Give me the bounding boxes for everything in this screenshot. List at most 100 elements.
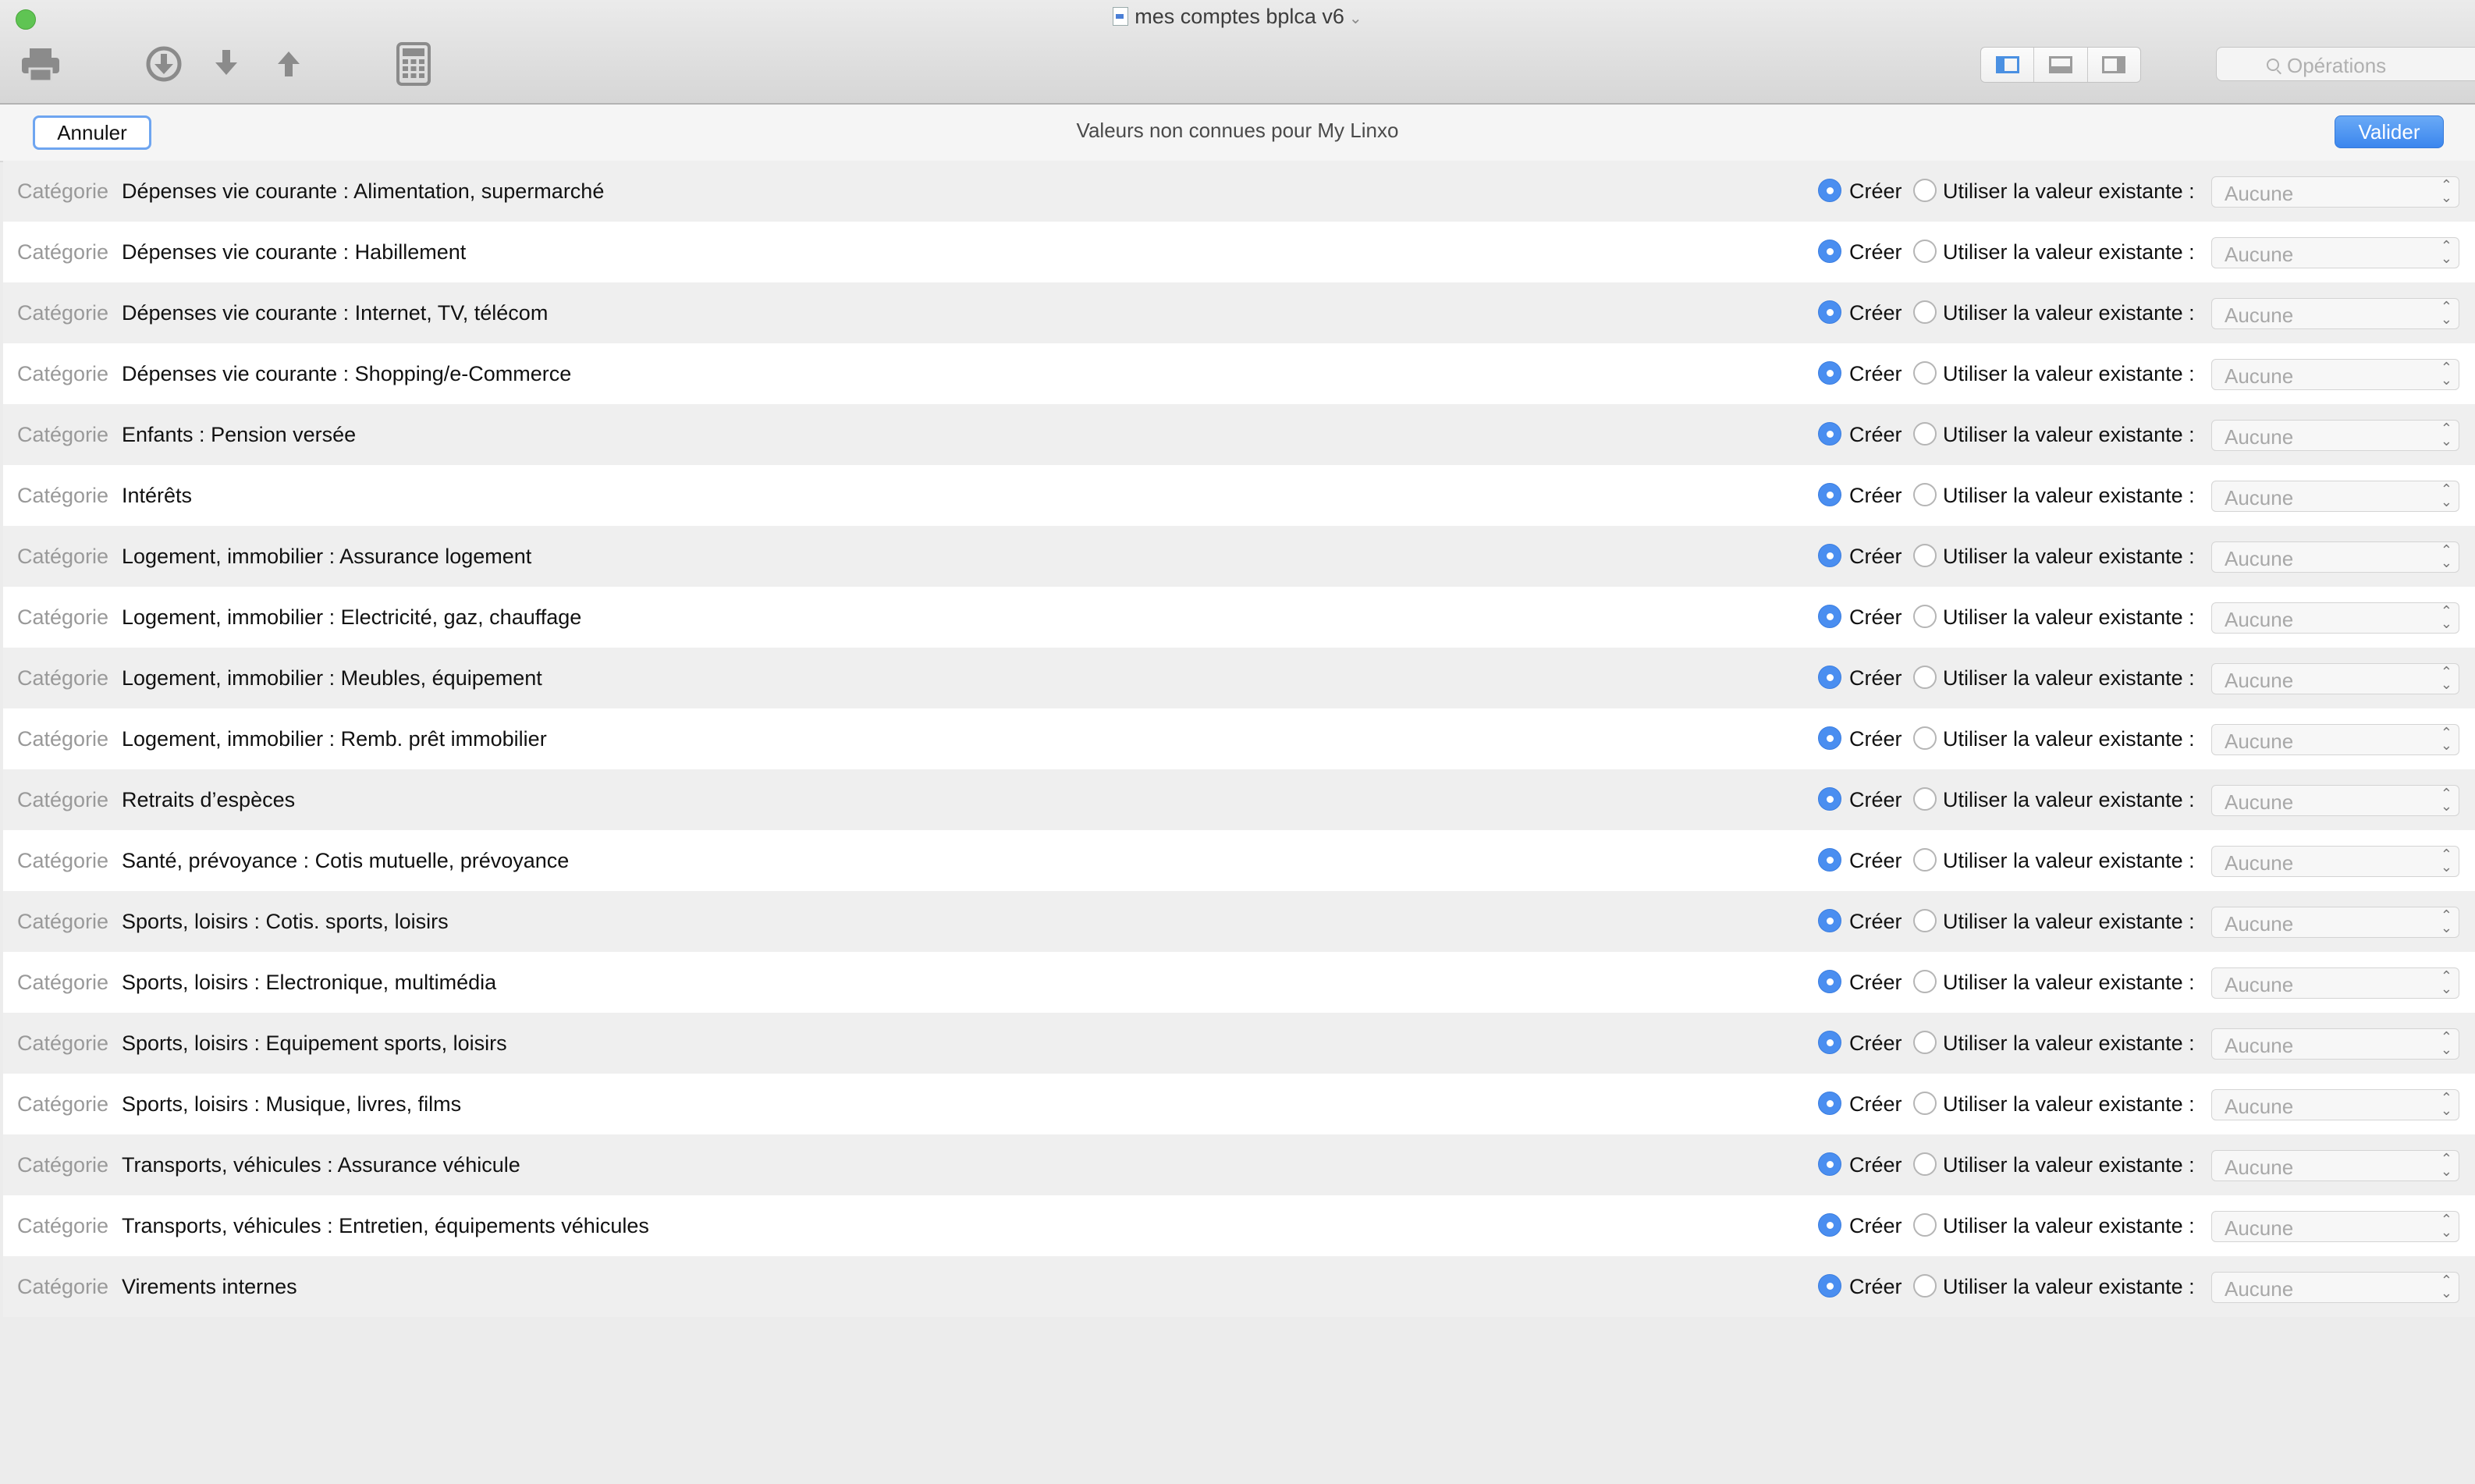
printer-icon[interactable] xyxy=(19,42,62,86)
upload-arrow-icon[interactable] xyxy=(267,42,311,86)
use-existing-label[interactable]: Utiliser la valeur existante : xyxy=(1943,1092,2195,1117)
existing-value-select[interactable]: Aucune ⌃ ⌄ xyxy=(2211,481,2459,512)
existing-value-select[interactable]: Aucune ⌃ ⌄ xyxy=(2211,907,2459,938)
create-label[interactable]: Créer xyxy=(1849,362,1902,386)
panel-bottom-icon[interactable] xyxy=(2034,48,2088,82)
create-radio[interactable] xyxy=(1818,1274,1841,1298)
create-radio[interactable] xyxy=(1818,179,1841,202)
create-label[interactable]: Créer xyxy=(1849,910,1902,934)
existing-value-select[interactable]: Aucune ⌃ ⌄ xyxy=(2211,1211,2459,1242)
use-existing-label[interactable]: Utiliser la valeur existante : xyxy=(1943,545,2195,569)
create-label[interactable]: Créer xyxy=(1849,788,1902,812)
download-circle-icon[interactable] xyxy=(142,42,186,86)
use-existing-radio[interactable] xyxy=(1913,1152,1937,1176)
use-existing-radio[interactable] xyxy=(1913,483,1937,506)
use-existing-radio[interactable] xyxy=(1913,605,1937,628)
use-existing-label[interactable]: Utiliser la valeur existante : xyxy=(1943,240,2195,264)
create-radio[interactable] xyxy=(1818,1092,1841,1115)
use-existing-label[interactable]: Utiliser la valeur existante : xyxy=(1943,1214,2195,1238)
use-existing-label[interactable]: Utiliser la valeur existante : xyxy=(1943,605,2195,630)
search-input[interactable]: Opérations xyxy=(2216,47,2475,81)
create-label[interactable]: Créer xyxy=(1849,666,1902,691)
use-existing-radio[interactable] xyxy=(1913,909,1937,932)
create-radio[interactable] xyxy=(1818,909,1841,932)
use-existing-label[interactable]: Utiliser la valeur existante : xyxy=(1943,849,2195,873)
create-label[interactable]: Créer xyxy=(1849,971,1902,995)
create-label[interactable]: Créer xyxy=(1849,727,1902,751)
create-radio[interactable] xyxy=(1818,1152,1841,1176)
use-existing-radio[interactable] xyxy=(1913,1274,1937,1298)
use-existing-radio[interactable] xyxy=(1913,422,1937,446)
create-radio[interactable] xyxy=(1818,787,1841,811)
use-existing-label[interactable]: Utiliser la valeur existante : xyxy=(1943,1153,2195,1177)
create-radio[interactable] xyxy=(1818,666,1841,689)
existing-value-select[interactable]: Aucune ⌃ ⌄ xyxy=(2211,846,2459,877)
create-radio[interactable] xyxy=(1818,300,1841,324)
window-title[interactable]: mes comptes bplca v6 ⌄ xyxy=(0,5,2475,29)
existing-value-select[interactable]: Aucune ⌃ ⌄ xyxy=(2211,663,2459,694)
existing-value-select[interactable]: Aucune ⌃ ⌄ xyxy=(2211,1028,2459,1060)
existing-value-select[interactable]: Aucune ⌃ ⌄ xyxy=(2211,176,2459,208)
create-radio[interactable] xyxy=(1818,726,1841,750)
create-radio[interactable] xyxy=(1818,1213,1841,1237)
use-existing-radio[interactable] xyxy=(1913,970,1937,993)
use-existing-label[interactable]: Utiliser la valeur existante : xyxy=(1943,1031,2195,1056)
existing-value-select[interactable]: Aucune ⌃ ⌄ xyxy=(2211,1089,2459,1120)
create-label[interactable]: Créer xyxy=(1849,545,1902,569)
use-existing-radio[interactable] xyxy=(1913,300,1937,324)
use-existing-radio[interactable] xyxy=(1913,666,1937,689)
create-radio[interactable] xyxy=(1818,422,1841,446)
use-existing-radio[interactable] xyxy=(1913,179,1937,202)
create-label[interactable]: Créer xyxy=(1849,1214,1902,1238)
create-label[interactable]: Créer xyxy=(1849,605,1902,630)
use-existing-radio[interactable] xyxy=(1913,848,1937,872)
calculator-icon[interactable] xyxy=(392,42,435,86)
sidebar-right-icon[interactable] xyxy=(2088,48,2140,82)
use-existing-radio[interactable] xyxy=(1913,1031,1937,1054)
create-label[interactable]: Créer xyxy=(1849,179,1902,204)
use-existing-radio[interactable] xyxy=(1913,787,1937,811)
use-existing-label[interactable]: Utiliser la valeur existante : xyxy=(1943,301,2195,325)
use-existing-label[interactable]: Utiliser la valeur existante : xyxy=(1943,788,2195,812)
create-label[interactable]: Créer xyxy=(1849,1092,1902,1117)
existing-value-select[interactable]: Aucune ⌃ ⌄ xyxy=(2211,1150,2459,1181)
use-existing-label[interactable]: Utiliser la valeur existante : xyxy=(1943,1275,2195,1299)
use-existing-label[interactable]: Utiliser la valeur existante : xyxy=(1943,362,2195,386)
use-existing-label[interactable]: Utiliser la valeur existante : xyxy=(1943,910,2195,934)
create-radio[interactable] xyxy=(1818,1031,1841,1054)
create-label[interactable]: Créer xyxy=(1849,1153,1902,1177)
use-existing-radio[interactable] xyxy=(1913,544,1937,567)
create-radio[interactable] xyxy=(1818,848,1841,872)
create-radio[interactable] xyxy=(1818,483,1841,506)
create-label[interactable]: Créer xyxy=(1849,240,1902,264)
existing-value-select[interactable]: Aucune ⌃ ⌄ xyxy=(2211,359,2459,390)
use-existing-label[interactable]: Utiliser la valeur existante : xyxy=(1943,971,2195,995)
existing-value-select[interactable]: Aucune ⌃ ⌄ xyxy=(2211,724,2459,755)
existing-value-select[interactable]: Aucune ⌃ ⌄ xyxy=(2211,541,2459,573)
existing-value-select[interactable]: Aucune ⌃ ⌄ xyxy=(2211,237,2459,268)
create-radio[interactable] xyxy=(1818,605,1841,628)
create-radio[interactable] xyxy=(1818,544,1841,567)
create-label[interactable]: Créer xyxy=(1849,1275,1902,1299)
use-existing-radio[interactable] xyxy=(1913,361,1937,385)
create-label[interactable]: Créer xyxy=(1849,423,1902,447)
use-existing-label[interactable]: Utiliser la valeur existante : xyxy=(1943,179,2195,204)
create-label[interactable]: Créer xyxy=(1849,301,1902,325)
validate-button[interactable]: Valider xyxy=(2335,115,2444,148)
sidebar-left-icon[interactable] xyxy=(1981,48,2035,82)
create-radio[interactable] xyxy=(1818,970,1841,993)
existing-value-select[interactable]: Aucune ⌃ ⌄ xyxy=(2211,785,2459,816)
download-arrow-icon[interactable] xyxy=(204,42,248,86)
create-radio[interactable] xyxy=(1818,361,1841,385)
existing-value-select[interactable]: Aucune ⌃ ⌄ xyxy=(2211,1272,2459,1303)
use-existing-label[interactable]: Utiliser la valeur existante : xyxy=(1943,727,2195,751)
existing-value-select[interactable]: Aucune ⌃ ⌄ xyxy=(2211,420,2459,451)
use-existing-radio[interactable] xyxy=(1913,726,1937,750)
create-label[interactable]: Créer xyxy=(1849,1031,1902,1056)
create-label[interactable]: Créer xyxy=(1849,849,1902,873)
use-existing-radio[interactable] xyxy=(1913,1213,1937,1237)
use-existing-label[interactable]: Utiliser la valeur existante : xyxy=(1943,666,2195,691)
existing-value-select[interactable]: Aucune ⌃ ⌄ xyxy=(2211,967,2459,999)
existing-value-select[interactable]: Aucune ⌃ ⌄ xyxy=(2211,602,2459,634)
create-label[interactable]: Créer xyxy=(1849,484,1902,508)
